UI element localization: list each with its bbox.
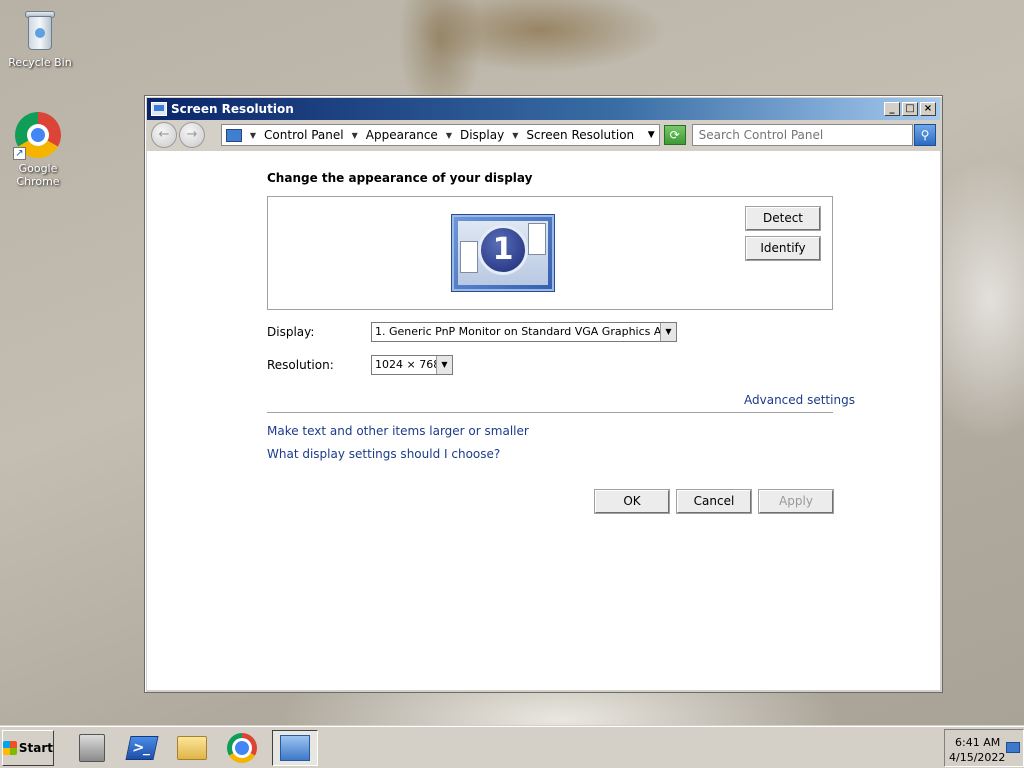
screen-resolution-window: Screen Resolution _ □ × ← → ▼ Control Pa… [144,95,943,693]
chevron-right-icon[interactable]: ▼ [512,131,518,140]
start-button[interactable]: Start [2,729,54,766]
page-title: Change the appearance of your display [267,171,533,185]
network-icon[interactable] [1006,742,1020,753]
breadcrumb-appearance[interactable]: Appearance [366,128,438,142]
divider [267,412,833,413]
display-settings-icon [280,734,310,761]
display-icon [151,102,167,116]
resolution-select[interactable]: 1024 × 768 ▼ [371,355,453,375]
desktop-icon-google-chrome[interactable]: ↗ Google Chrome [0,112,78,188]
system-tray[interactable]: 6:41 AM 4/15/2022 [944,729,1024,767]
resolution-select-value: 1024 × 768 [375,358,441,371]
refresh-button[interactable]: ⟳ [663,125,686,145]
chrome-icon: ↗ [13,112,61,160]
monitor-number: 1 [478,225,528,275]
address-dropdown-icon[interactable]: ▼ [648,130,655,140]
chevron-down-icon[interactable]: ▼ [436,356,452,374]
detect-button[interactable]: Detect [746,207,820,230]
clock-time: 6:41 AM [955,736,1001,749]
shortcut-arrow-icon: ↗ [13,147,26,160]
chrome-icon [227,732,257,763]
powershell-icon: >_ [125,735,159,760]
maximize-button[interactable]: □ [902,102,918,116]
taskbar-screen-resolution[interactable] [272,729,318,766]
identify-button[interactable]: Identify [746,237,820,260]
chevron-right-icon[interactable]: ▼ [352,131,358,140]
taskbar-server-manager[interactable] [72,730,112,766]
minimize-button[interactable]: _ [884,102,900,116]
content-area: Change the appearance of your display 1 … [147,151,940,690]
display-label: Display: [267,325,315,339]
back-button[interactable]: ← [151,122,177,148]
resolution-label: Resolution: [267,358,334,372]
taskbar-explorer[interactable] [172,730,212,766]
recycle-bin-icon [23,8,57,52]
text-size-link[interactable]: Make text and other items larger or smal… [267,424,529,438]
server-manager-icon [79,733,105,762]
search-input[interactable] [691,124,914,146]
breadcrumb-display[interactable]: Display [460,128,504,142]
apply-button[interactable]: Apply [759,490,833,513]
ok-button[interactable]: OK [595,490,669,513]
close-button[interactable]: × [920,102,936,116]
taskbar-chrome[interactable] [222,730,262,766]
window-title: Screen Resolution [171,102,294,116]
windows-logo-icon [3,740,17,755]
start-label: Start [18,740,53,755]
desktop-icon-label: Google Chrome [16,162,60,188]
taskbar-powershell[interactable]: >_ [122,730,162,766]
advanced-settings-link[interactable]: Advanced settings [744,393,855,407]
breadcrumb[interactable]: ▼ Control Panel ▼ Appearance ▼ Display ▼… [220,124,660,146]
folder-icon [177,735,207,760]
chevron-down-icon[interactable]: ▼ [660,323,676,341]
forward-button[interactable]: → [178,122,205,148]
display-select-value: 1. Generic PnP Monitor on Standard VGA G… [375,325,677,338]
breadcrumb-screen-resolution[interactable]: Screen Resolution [526,128,634,142]
desktop-icon-recycle-bin[interactable]: Recycle Bin [0,8,80,69]
chevron-right-icon[interactable]: ▼ [446,131,452,140]
desktop-icon-label: Recycle Bin [8,56,72,69]
cancel-button[interactable]: Cancel [677,490,751,513]
breadcrumb-control-panel[interactable]: Control Panel [264,128,344,142]
clock-date: 4/15/2022 [949,751,1006,764]
address-bar: ← → ▼ Control Panel ▼ Appearance ▼ Displ… [147,120,940,150]
display-select[interactable]: 1. Generic PnP Monitor on Standard VGA G… [371,322,677,342]
monitor-1-icon[interactable]: 1 [452,215,554,291]
control-panel-icon [225,128,242,142]
chevron-right-icon[interactable]: ▼ [250,131,256,140]
display-help-link[interactable]: What display settings should I choose? [267,447,500,461]
title-bar[interactable]: Screen Resolution _ □ × [147,98,940,120]
taskbar: Start >_ 6:41 AM 4/15/2022 [0,726,1024,768]
search-icon[interactable]: ⚲ [914,124,936,146]
monitor-preview-box: 1 Detect Identify [267,196,833,310]
